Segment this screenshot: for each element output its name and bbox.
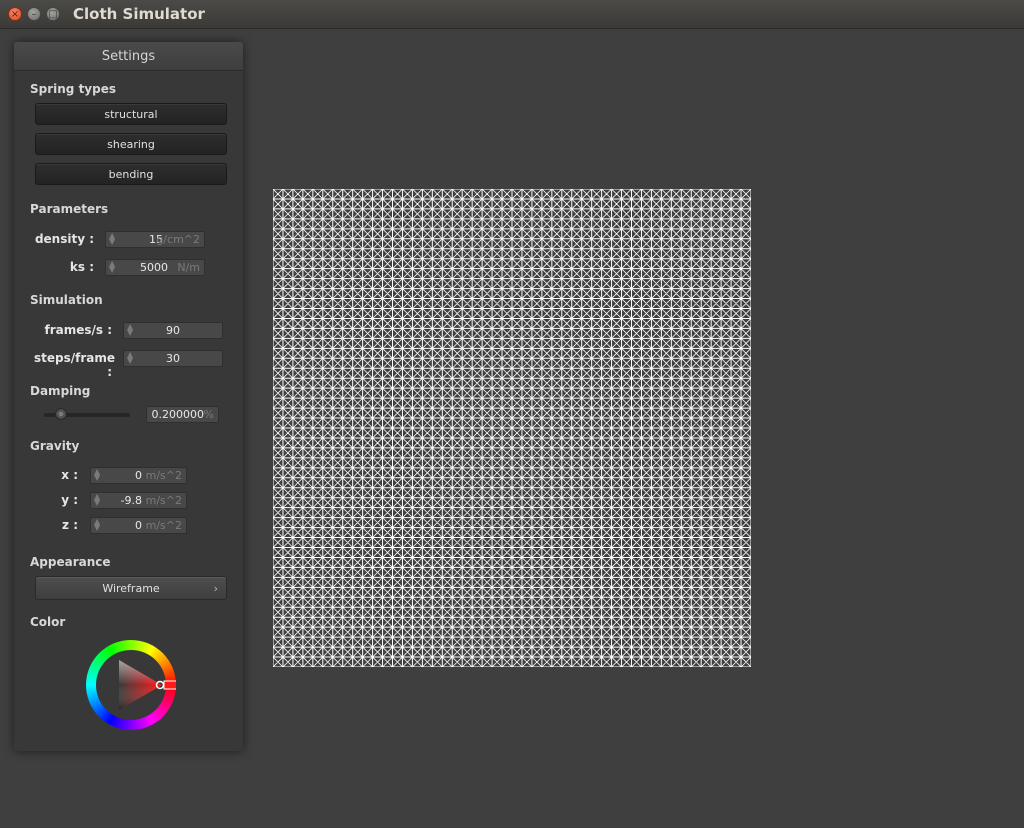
panel-header[interactable]: Settings <box>14 42 243 71</box>
gravity-y-unit: m/s^2 <box>145 494 182 507</box>
spinner-icon[interactable]: ▲ ▼ <box>127 323 133 337</box>
color-triangle[interactable] <box>86 640 176 730</box>
close-icon[interactable]: × <box>8 7 22 21</box>
appearance-heading: Appearance <box>30 555 111 569</box>
gravity-z-value: 0 <box>135 519 142 532</box>
window-title: Cloth Simulator <box>73 5 205 23</box>
structural-button[interactable]: structural <box>35 103 227 125</box>
gravity-y-value: -9.8 <box>120 494 142 507</box>
title-bar: × – □ Cloth Simulator <box>0 0 1024 29</box>
fps-value: 90 <box>166 324 180 337</box>
spinner-icon[interactable]: ▲ ▼ <box>109 232 115 246</box>
simulation-heading: Simulation <box>30 293 103 307</box>
gravity-z-unit: m/s^2 <box>145 519 182 532</box>
ks-unit: N/m <box>177 261 200 274</box>
spring-types-heading: Spring types <box>30 82 117 96</box>
spinner-icon[interactable]: ▲ ▼ <box>94 493 100 507</box>
gravity-y-label: y : <box>61 493 78 507</box>
damping-unit: % <box>203 408 214 421</box>
bending-button[interactable]: bending <box>35 163 227 185</box>
spinner-icon[interactable]: ▲ ▼ <box>94 518 100 532</box>
hue-marker[interactable] <box>163 680 176 690</box>
parameters-heading: Parameters <box>30 202 109 216</box>
gravity-y-field[interactable]: ▲ ▼ -9.8 m/s^2 <box>90 492 187 509</box>
gravity-z-field[interactable]: ▲ ▼ 0 m/s^2 <box>90 517 187 534</box>
steps-value: 30 <box>166 352 180 365</box>
gravity-x-field[interactable]: ▲ ▼ 0 m/s^2 <box>90 467 187 484</box>
shearing-button[interactable]: shearing <box>35 133 227 155</box>
density-field[interactable]: ▲ ▼ 15 g/cm^2 <box>105 231 205 248</box>
cloth-viewport[interactable] <box>273 189 751 667</box>
damping-value: 0.200000 <box>151 408 205 421</box>
gravity-z-label: z : <box>62 518 78 532</box>
gravity-heading: Gravity <box>30 439 80 453</box>
damping-heading: Damping <box>30 384 91 398</box>
spinner-icon[interactable]: ▲ ▼ <box>127 351 133 365</box>
ks-value: 5000 <box>140 261 168 274</box>
steps-label: steps/frame : <box>34 351 116 379</box>
spinner-icon[interactable]: ▲ ▼ <box>109 260 115 274</box>
steps-field[interactable]: ▲ ▼ 30 <box>123 350 223 367</box>
density-label: density : <box>34 232 94 246</box>
minimize-icon[interactable]: – <box>27 7 41 21</box>
damping-field[interactable]: 0.200000 % <box>146 406 219 423</box>
gravity-x-unit: m/s^2 <box>145 469 182 482</box>
gravity-x-value: 0 <box>135 469 142 482</box>
ks-label: ks : <box>69 260 94 274</box>
appearance-dropdown[interactable]: Wireframe › <box>35 576 227 600</box>
cloth-wireframe-mesh <box>273 189 751 667</box>
damping-slider-handle[interactable] <box>55 408 67 420</box>
fps-label: frames/s : <box>44 323 112 337</box>
spinner-icon[interactable]: ▲ ▼ <box>94 468 100 482</box>
appearance-selected: Wireframe <box>102 582 160 595</box>
density-unit: g/cm^2 <box>156 233 200 246</box>
maximize-icon[interactable]: □ <box>46 7 60 21</box>
chevron-right-icon: › <box>213 582 218 595</box>
ks-field[interactable]: ▲ ▼ 5000 N/m <box>105 259 205 276</box>
settings-panel: Settings Spring types structural shearin… <box>14 42 243 751</box>
gravity-x-label: x : <box>61 468 78 482</box>
fps-field[interactable]: ▲ ▼ 90 <box>123 322 223 339</box>
color-heading: Color <box>30 615 66 629</box>
color-wheel[interactable] <box>86 640 176 730</box>
